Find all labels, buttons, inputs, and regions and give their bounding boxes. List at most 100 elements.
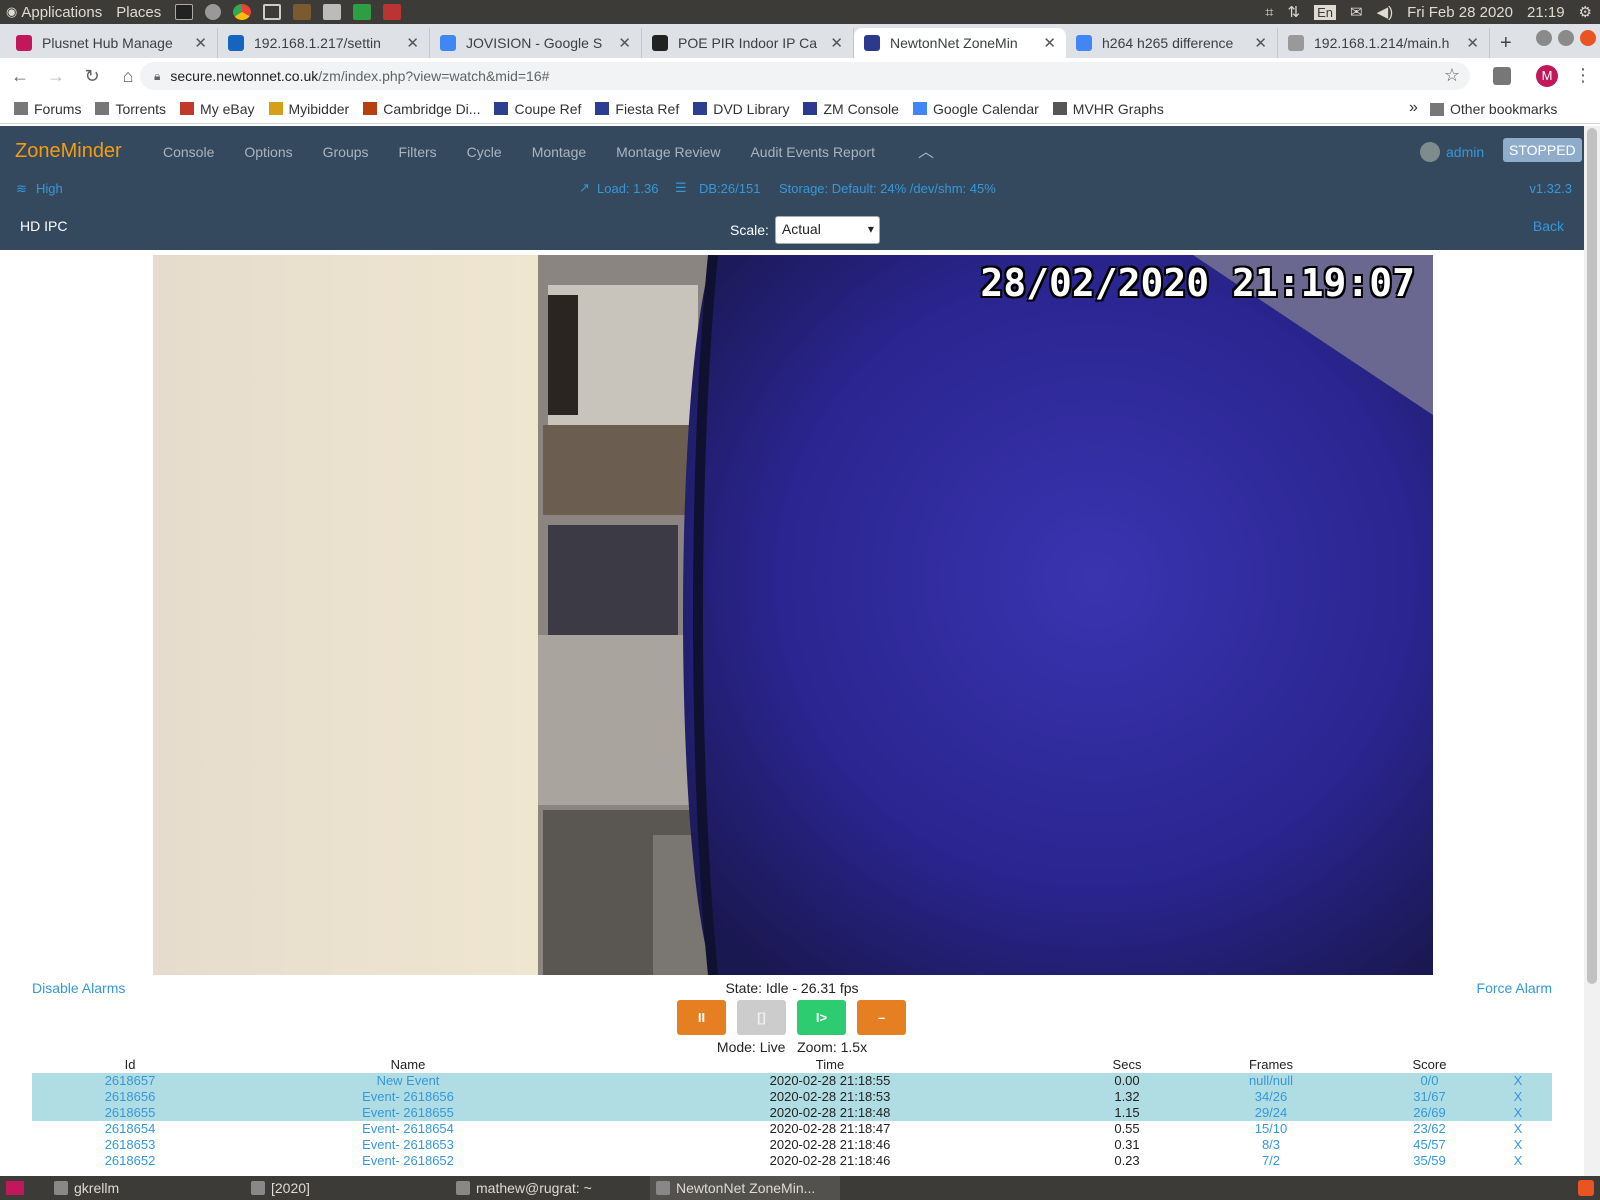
bookmark-item[interactable]: MVHR Graphs	[1052, 101, 1164, 117]
event-id-link[interactable]: 2618652	[32, 1153, 228, 1169]
taskbar-item[interactable]: gkrellm	[48, 1176, 228, 1200]
table-row[interactable]: 2618654 Event- 2618654 2020-02-28 21:18:47…	[32, 1121, 1552, 1137]
other-bookmarks[interactable]: Other bookmarks	[1430, 101, 1557, 117]
menu-kebab-icon[interactable]: ⋮	[1574, 65, 1592, 86]
zm-menu-item[interactable]: Console	[163, 144, 214, 160]
zm-menu-item[interactable]: Options	[244, 144, 292, 160]
places-menu[interactable]: Places	[116, 4, 161, 21]
pause-button[interactable]: II	[677, 1000, 726, 1035]
close-tab-icon[interactable]: ✕	[406, 34, 419, 52]
calculator-launcher-icon[interactable]	[323, 4, 342, 20]
address-bar[interactable]: 🔒︎ secure.newtonnet.co.uk/zm/index.php?v…	[140, 62, 1470, 90]
event-id-link[interactable]: 2618655	[32, 1105, 228, 1121]
event-name-link[interactable]: Event- 2618656	[228, 1089, 588, 1105]
delete-event-link[interactable]: X	[1499, 1121, 1537, 1137]
event-id-link[interactable]: 2618654	[32, 1121, 228, 1137]
user-menu[interactable]: admin	[1420, 142, 1484, 162]
power-icon[interactable]: ⚙	[1579, 3, 1592, 21]
close-tab-icon[interactable]: ✕	[1254, 34, 1267, 52]
bookmark-item[interactable]: My eBay	[180, 101, 255, 117]
mail-icon[interactable]: ✉	[1350, 3, 1363, 21]
zm-brand[interactable]: ZoneMinder	[15, 140, 122, 163]
event-frames-link[interactable]: 29/24	[1182, 1105, 1360, 1121]
delete-event-link[interactable]: X	[1499, 1105, 1537, 1121]
scale-select[interactable]: Actual	[774, 216, 880, 244]
collapse-chevron-icon[interactable]: ︿	[918, 138, 934, 162]
bookmark-item[interactable]: Cambridge Di...	[363, 101, 480, 117]
zm-menu-item[interactable]: Montage	[532, 144, 586, 160]
close-tab-icon[interactable]: ✕	[194, 34, 207, 52]
event-id-link[interactable]: 2618657	[32, 1073, 228, 1089]
event-score-link[interactable]: 45/57	[1360, 1137, 1499, 1153]
browser-tab[interactable]: 192.168.1.217/settin ✕	[218, 28, 430, 58]
browser-tab[interactable]: POE PIR Indoor IP Ca ✕	[642, 28, 854, 58]
event-frames-link[interactable]: 34/26	[1182, 1089, 1360, 1105]
show-desktop-icon[interactable]	[6, 1181, 24, 1195]
network-icon[interactable]: ⇅	[1288, 3, 1301, 21]
page-scrollbar[interactable]	[1584, 126, 1600, 1176]
stop-button[interactable]: []	[737, 1000, 786, 1035]
zm-menu-item[interactable]: Montage Review	[616, 144, 720, 160]
bookmark-item[interactable]: ZM Console	[803, 101, 899, 117]
volume-icon[interactable]: ◀)	[1377, 3, 1394, 21]
browser-tab[interactable]: NewtonNet ZoneMin ✕	[854, 28, 1066, 58]
table-row[interactable]: 2618653 Event- 2618653 2020-02-28 21:18:46…	[32, 1137, 1552, 1153]
browser-tab[interactable]: h264 h265 difference ✕	[1066, 28, 1278, 58]
bandwidth-link[interactable]: High	[36, 181, 63, 196]
zm-menu-item[interactable]: Filters	[399, 144, 437, 160]
delete-event-link[interactable]: X	[1499, 1089, 1537, 1105]
terminal-launcher-icon[interactable]	[175, 4, 194, 20]
library-launcher-icon[interactable]	[293, 4, 312, 20]
bookmark-item[interactable]: Coupe Ref	[494, 101, 581, 117]
keyboard-layout[interactable]: En	[1314, 4, 1336, 20]
version-label[interactable]: v1.32.3	[1529, 181, 1572, 196]
bookmark-item[interactable]: DVD Library	[693, 101, 789, 117]
event-frames-link[interactable]: 15/10	[1182, 1121, 1360, 1137]
event-name-link[interactable]: Event- 2618653	[228, 1137, 588, 1153]
event-score-link[interactable]: 35/59	[1360, 1153, 1499, 1169]
zm-menu-item[interactable]: Groups	[323, 144, 369, 160]
event-name-link[interactable]: New Event	[228, 1073, 588, 1089]
new-tab-icon[interactable]: +	[1490, 28, 1522, 58]
bookmark-item[interactable]: Google Calendar	[912, 101, 1039, 117]
applications-menu[interactable]: ◉ Applications	[6, 4, 102, 21]
taskbar-item[interactable]: [2020]	[245, 1176, 435, 1200]
trash-icon[interactable]	[1578, 1180, 1594, 1196]
bookmarks-overflow-icon[interactable]: »	[1409, 99, 1418, 117]
event-score-link[interactable]: 26/69	[1360, 1105, 1499, 1121]
event-id-link[interactable]: 2618653	[32, 1137, 228, 1153]
clock-label[interactable]: 21:19	[1527, 4, 1565, 21]
maximize-icon[interactable]	[1558, 30, 1574, 46]
taskbar-item[interactable]: NewtonNet ZoneMin...	[650, 1176, 840, 1200]
bookmark-item[interactable]: Myibidder	[268, 101, 349, 117]
event-name-link[interactable]: Event- 2618655	[228, 1105, 588, 1121]
table-row[interactable]: 2618656 Event- 2618656 2020-02-28 21:18:53…	[32, 1089, 1552, 1105]
scrollbar-thumb[interactable]	[1587, 128, 1597, 984]
disc-launcher-icon[interactable]	[205, 4, 222, 20]
table-row[interactable]: 2618655 Event- 2618655 2020-02-28 21:18:48…	[32, 1105, 1552, 1121]
extension-icon[interactable]	[1493, 67, 1511, 85]
back-icon[interactable]: ←	[4, 66, 36, 87]
mail-launcher-icon[interactable]	[263, 4, 282, 20]
bookmark-item[interactable]: Torrents	[95, 101, 166, 117]
close-tab-icon[interactable]: ✕	[1043, 34, 1056, 52]
run-state-button[interactable]: STOPPED	[1503, 138, 1582, 162]
event-score-link[interactable]: 0/0	[1360, 1073, 1499, 1089]
bookmark-item[interactable]: Fiesta Ref	[595, 101, 679, 117]
bookmark-item[interactable]: Forums	[14, 101, 81, 117]
date-label[interactable]: Fri Feb 28 2020	[1407, 4, 1513, 21]
event-name-link[interactable]: Event- 2618652	[228, 1153, 588, 1169]
play-button[interactable]: I>	[797, 1000, 846, 1035]
event-name-link[interactable]: Event- 2618654	[228, 1121, 588, 1137]
event-frames-link[interactable]: 7/2	[1182, 1153, 1360, 1169]
browser-tab[interactable]: Plusnet Hub Manage ✕	[6, 28, 218, 58]
event-score-link[interactable]: 31/67	[1360, 1089, 1499, 1105]
profile-avatar[interactable]: M	[1536, 65, 1558, 87]
spreadsheet-launcher-icon[interactable]	[353, 4, 372, 20]
delete-event-link[interactable]: X	[1499, 1073, 1537, 1089]
event-id-link[interactable]: 2618656	[32, 1089, 228, 1105]
table-row[interactable]: 2618657 New Event 2020-02-28 21:18:55 0.00 n…	[32, 1073, 1552, 1089]
zm-menu-item[interactable]: Cycle	[467, 144, 502, 160]
event-frames-link[interactable]: 8/3	[1182, 1137, 1360, 1153]
star-icon[interactable]: ☆	[1444, 65, 1460, 86]
